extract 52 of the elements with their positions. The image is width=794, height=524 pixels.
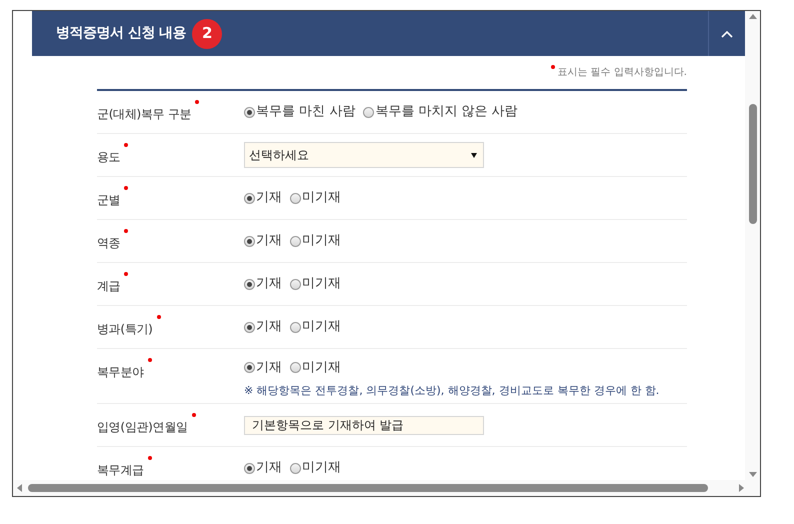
field-label: 입영(임관)연월일	[97, 412, 196, 436]
scroll-up-icon[interactable]	[748, 14, 756, 19]
radio-option[interactable]: 기재	[244, 458, 282, 478]
vertical-scrollbar[interactable]	[745, 11, 760, 480]
scrollbar-thumb[interactable]	[28, 484, 708, 492]
radio-option[interactable]: 기재	[244, 188, 282, 208]
radio-button[interactable]	[290, 278, 301, 290]
radio-option[interactable]: 기재	[244, 358, 282, 378]
field-label: 병과(특기)	[97, 314, 161, 338]
radio-button[interactable]	[244, 192, 255, 204]
radio-button[interactable]	[244, 362, 255, 374]
radio-button[interactable]	[290, 192, 301, 204]
field-label: 복무계급	[97, 456, 152, 478]
field-label: 용도	[97, 142, 128, 166]
step-badge: 2	[192, 18, 222, 48]
radio-button[interactable]	[290, 362, 301, 374]
radio-option[interactable]: 미기재	[290, 188, 341, 208]
field-label: 계급	[97, 272, 128, 294]
required-note: 표시는 필수 입력사항입니다.	[551, 65, 687, 80]
radio-button[interactable]	[290, 462, 301, 474]
radio-option[interactable]: 미기재	[290, 317, 341, 337]
radio-option[interactable]: 복무를 마치지 않은 사람	[363, 102, 518, 122]
radio-button[interactable]	[244, 278, 255, 290]
radio-option[interactable]: 기재	[244, 317, 282, 337]
field-note: ※ 해당항목은 전투경찰, 의무경찰(소방), 해양경찰, 경비교도로 복무한 경우에 한 함.	[244, 382, 660, 398]
radio-option[interactable]: 복무를 마친 사람	[244, 102, 356, 122]
radio-button[interactable]	[244, 106, 255, 118]
scroll-left-icon[interactable]	[17, 484, 22, 492]
horizontal-scrollbar[interactable]	[13, 480, 760, 496]
scroll-right-icon[interactable]	[739, 484, 744, 492]
field-label: 군(대체)복무 구분	[97, 100, 200, 122]
radio-option[interactable]: 미기재	[290, 231, 341, 251]
radio-option[interactable]: 미기재	[290, 458, 341, 478]
radio-button[interactable]	[363, 106, 374, 118]
field-label: 복무분야	[97, 358, 152, 381]
select-dropdown[interactable]: 선택하세요	[244, 142, 484, 168]
radio-button[interactable]	[244, 236, 255, 246]
radio-button[interactable]	[244, 462, 255, 474]
field-label: 군별	[97, 186, 128, 208]
scrollbar-thumb[interactable]	[748, 104, 756, 224]
radio-button[interactable]	[290, 236, 301, 246]
dropdown-arrow-icon	[471, 152, 477, 158]
radio-button[interactable]	[244, 322, 255, 332]
text-field[interactable]: 기본항목으로 기재하여 발급	[244, 416, 484, 434]
radio-option[interactable]: 기재	[244, 231, 282, 251]
section-title: 병적증명서 신청 내용	[56, 24, 186, 43]
field-label: 역종	[97, 228, 128, 252]
radio-option[interactable]: 미기재	[290, 274, 341, 294]
radio-option[interactable]: 기재	[244, 274, 282, 294]
chevron-up-icon	[721, 30, 733, 38]
radio-button[interactable]	[290, 322, 301, 332]
radio-option[interactable]: 미기재	[290, 358, 341, 378]
